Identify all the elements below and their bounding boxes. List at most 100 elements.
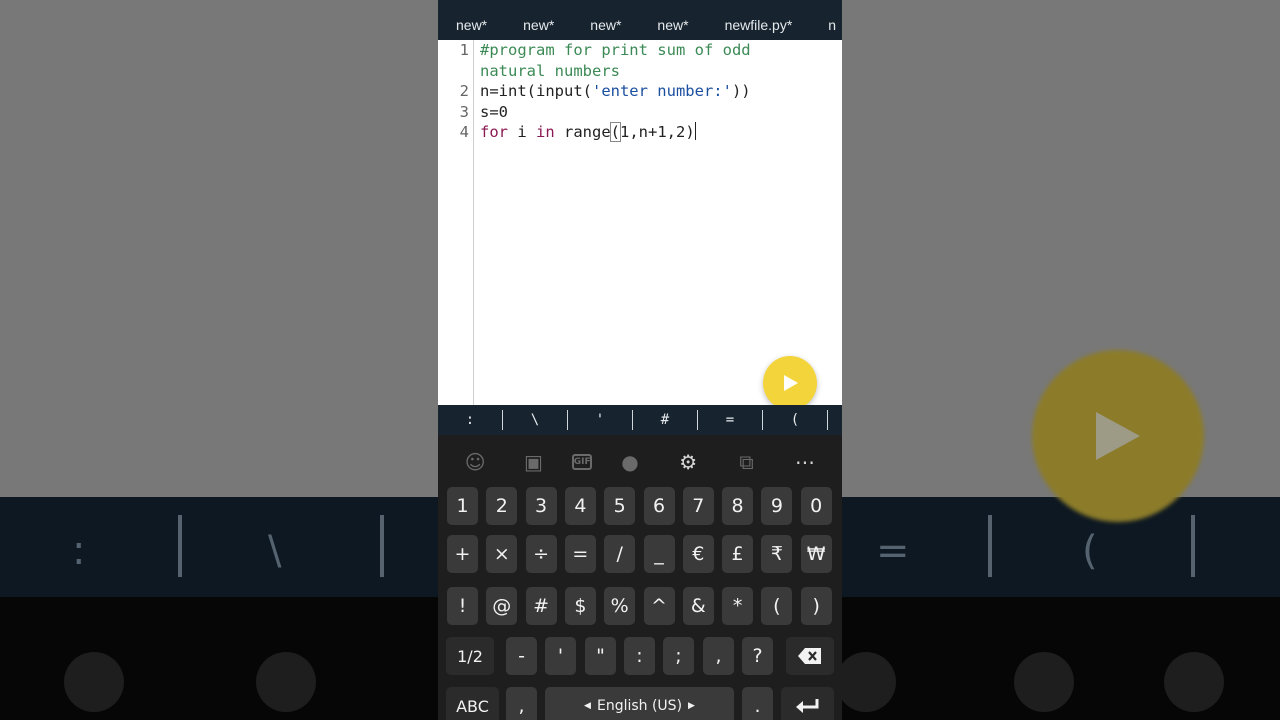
run-button[interactable] [763, 356, 817, 410]
backdrop-separator [988, 515, 992, 577]
key-semicolon[interactable]: ; [663, 637, 694, 675]
key-rparen[interactable]: ) [800, 587, 832, 625]
code-token: i [508, 123, 536, 141]
key-pound[interactable]: £ [722, 535, 754, 573]
onscreen-keyboard: ☺ ▣ GIF ● ⚙ ⧉ ⋯ 1 2 3 4 5 6 7 8 9 0 + × ÷ = / _ € £ ₹ ₩! @ # $… [438, 435, 842, 720]
tab-new-3[interactable]: new* [572, 17, 639, 33]
symbol-separator [827, 410, 828, 430]
gif-icon[interactable]: GIF [571, 454, 592, 470]
key-dollar[interactable]: $ [564, 587, 596, 625]
code-keyword: in [536, 123, 555, 141]
spacebar[interactable]: ◀ English (US) ▶ [545, 687, 734, 720]
key-6[interactable]: 6 [643, 487, 675, 525]
key-underscore[interactable]: _ [643, 535, 675, 573]
key-4[interactable]: 4 [564, 487, 596, 525]
key-divide[interactable]: ÷ [525, 535, 557, 573]
backdrop-separator [178, 515, 182, 577]
key-asterisk[interactable]: * [722, 587, 754, 625]
file-tab-bar: new* new* new* new* newfile.py* n [438, 0, 842, 40]
enter-key[interactable] [781, 687, 834, 720]
translate-icon[interactable]: ⧉ [727, 450, 767, 474]
key-7[interactable]: 7 [682, 487, 714, 525]
key-0[interactable]: 0 [800, 487, 832, 525]
symbol-key-paren[interactable]: ( [763, 412, 827, 428]
code-token: range [554, 123, 611, 141]
tab-newfile-py[interactable]: newfile.py* [707, 17, 811, 33]
symbol-key-backslash[interactable]: \ [503, 412, 567, 428]
key-percent[interactable]: % [604, 587, 636, 625]
backspace-key[interactable] [786, 637, 834, 675]
key-9[interactable]: 9 [761, 487, 793, 525]
code-editor[interactable]: 1 2 3 4 #program for print sum of odd na… [438, 40, 842, 405]
key-1[interactable]: 1 [447, 487, 478, 525]
emoji-icon[interactable]: ☺ [455, 450, 495, 474]
more-icon[interactable]: ⋯ [785, 450, 825, 474]
spacebar-label: English (US) [596, 698, 683, 714]
backdrop-more-icon [1164, 652, 1224, 712]
key-doublequote[interactable]: " [585, 637, 616, 675]
key-comma-bottom[interactable]: , [506, 687, 537, 720]
backdrop-colon: : [72, 528, 86, 574]
key-won[interactable]: ₩ [800, 535, 832, 573]
tab-overflow[interactable]: n [810, 17, 842, 33]
tab-new-4[interactable]: new* [639, 17, 706, 33]
code-line-1-wrap: natural numbers [480, 61, 620, 80]
backdrop-gear-icon [836, 652, 896, 712]
tab-new-1[interactable]: new* [438, 17, 505, 33]
line-number: 3 [459, 102, 469, 121]
code-string: 'enter number:' [591, 82, 732, 100]
key-2[interactable]: 2 [486, 487, 518, 525]
key-exclaim[interactable]: ! [447, 587, 478, 625]
key-slash[interactable]: / [604, 535, 636, 573]
key-hash[interactable]: # [525, 587, 557, 625]
key-lparen[interactable]: ( [761, 587, 793, 625]
abc-key[interactable]: ABC [446, 687, 499, 720]
code-line-1: #program for print sum of odd [480, 41, 751, 59]
code-line-2: n=int(input('enter number:')) [480, 81, 751, 102]
mic-icon[interactable]: ● [610, 450, 650, 474]
key-5[interactable]: 5 [604, 487, 636, 525]
symbol-key-equals[interactable]: = [698, 412, 762, 428]
code-token: n=int(input( [480, 82, 592, 100]
sticker-icon[interactable]: ▣ [513, 450, 553, 474]
key-ampersand[interactable]: & [682, 587, 714, 625]
tab-new-2[interactable]: new* [505, 17, 572, 33]
gear-icon[interactable]: ⚙ [668, 450, 708, 474]
key-apostrophe[interactable]: ' [545, 637, 576, 675]
key-period[interactable]: . [742, 687, 773, 720]
phone-screen: new* new* new* new* newfile.py* n 1 2 3 … [438, 0, 842, 720]
key-comma[interactable]: , [703, 637, 734, 675]
key-minus[interactable]: - [506, 637, 537, 675]
key-colon[interactable]: : [624, 637, 655, 675]
key-8[interactable]: 8 [722, 487, 754, 525]
key-plus[interactable]: + [447, 535, 478, 573]
backdrop-play-icon [1096, 412, 1140, 460]
backdrop-equals: = [876, 528, 910, 574]
keyboard-toolbar: ☺ ▣ GIF ● ⚙ ⧉ ⋯ [438, 447, 842, 477]
key-caret[interactable]: ^ [643, 587, 675, 625]
backdrop-separator [380, 515, 384, 577]
line-number: 1 [459, 41, 469, 59]
code-line-4: for i in range(1,n+1,2) [480, 122, 696, 143]
key-3[interactable]: 3 [525, 487, 557, 525]
symbol-bar: : \ ' # = ( [438, 405, 842, 435]
symbol-key-quote[interactable]: ' [568, 412, 632, 428]
key-equals[interactable]: = [564, 535, 596, 573]
symbol-key-hash[interactable]: # [633, 412, 697, 428]
backspace-icon [798, 648, 821, 664]
key-rupee[interactable]: ₹ [761, 535, 793, 573]
backdrop-backslash: \ [268, 528, 282, 574]
key-times[interactable]: × [486, 535, 518, 573]
code-token: )) [731, 82, 751, 100]
backdrop-paren: ( [1082, 528, 1098, 574]
key-euro[interactable]: € [682, 535, 714, 573]
symbol-key-colon[interactable]: : [438, 412, 502, 428]
line-number-gutter: 1 2 3 4 [438, 40, 474, 405]
key-at[interactable]: @ [486, 587, 518, 625]
backdrop-separator [1191, 515, 1195, 577]
line-number: 2 [459, 82, 469, 100]
backdrop-emoji-icon [64, 652, 124, 712]
language-left-icon: ◀ [584, 701, 591, 711]
key-half[interactable]: 1/2 [446, 637, 494, 675]
key-question[interactable]: ? [742, 637, 773, 675]
